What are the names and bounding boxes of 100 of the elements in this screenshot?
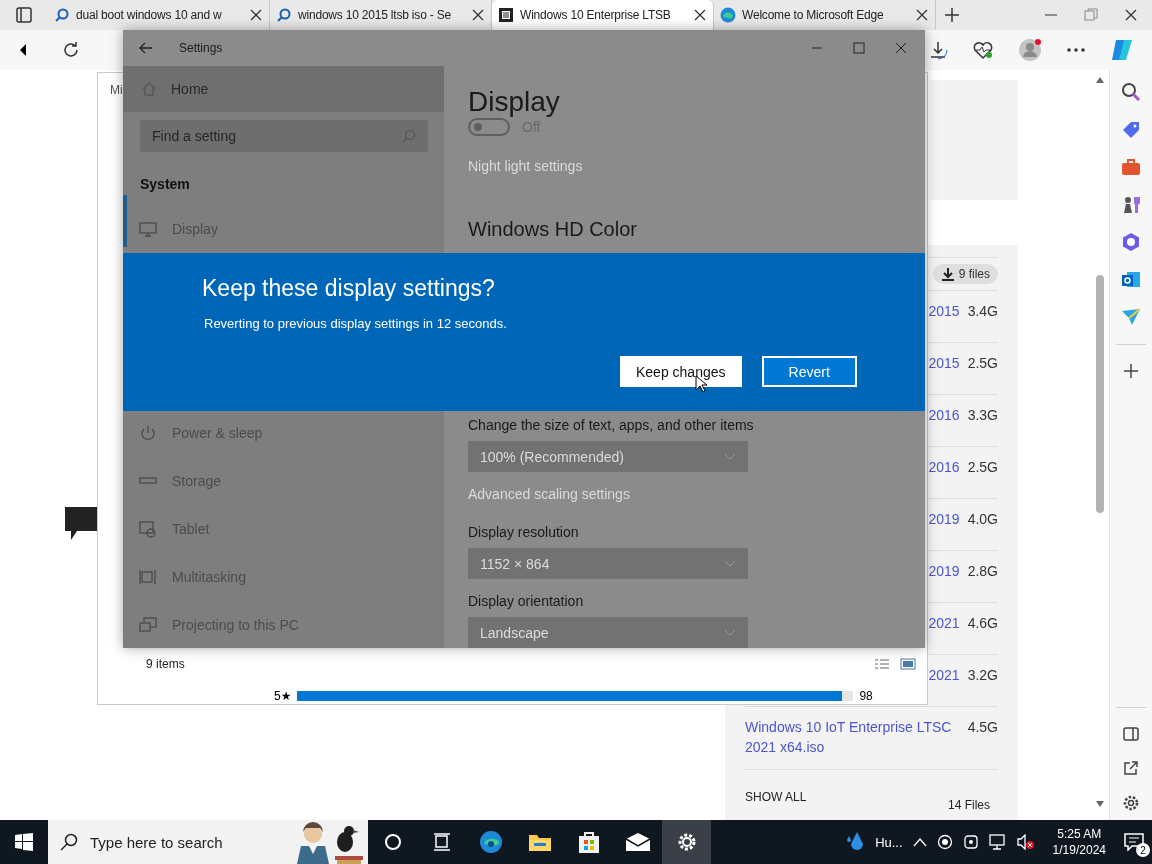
settings-icon[interactable] <box>1122 794 1140 812</box>
record-icon[interactable] <box>936 834 953 850</box>
close-icon[interactable] <box>915 8 929 22</box>
storage-icon <box>139 476 157 486</box>
file-link[interactable]: 2021 <box>928 613 960 633</box>
avatar-icon[interactable] <box>1018 38 1042 62</box>
download-icon[interactable] <box>928 40 948 60</box>
add-icon[interactable] <box>1123 363 1139 379</box>
file-size: 3.3G <box>967 406 998 425</box>
home-nav-item[interactable]: Home <box>123 66 444 112</box>
browser-tab[interactable]: Windows 10 Enterprise LTSB <box>492 0 714 30</box>
rating-count: 98 <box>859 689 873 703</box>
tablet-icon <box>139 520 157 538</box>
heart-pulse-icon[interactable] <box>972 40 994 60</box>
file-size: 3.4G <box>967 302 998 321</box>
circle-icon[interactable] <box>382 832 403 852</box>
mail-app-icon[interactable] <box>1121 270 1141 290</box>
file-link[interactable]: 2016 <box>928 405 960 425</box>
rating-label: 5★ <box>274 689 292 703</box>
file-link[interactable]: 2019 <box>928 509 960 529</box>
dialog-message: Reverting to previous display settings in 12 seconds. <box>203 316 508 331</box>
section-heading: System <box>140 176 191 192</box>
taskbar-search-field[interactable]: Type here to search <box>48 820 285 864</box>
external-link-icon[interactable] <box>1123 760 1139 776</box>
briefcase-icon[interactable] <box>1121 158 1141 176</box>
resolution-dropdown[interactable]: 1152 × 864 <box>468 548 748 579</box>
notification-badge: 2 <box>1136 843 1150 857</box>
orientation-dropdown[interactable]: Landscape <box>468 617 748 648</box>
item-count: 9 items <box>146 657 185 671</box>
search-icon <box>60 833 78 851</box>
more-icon[interactable] <box>1066 47 1086 53</box>
file-count: 14 Files <box>947 798 990 812</box>
scroll-up-icon[interactable] <box>1095 76 1105 84</box>
monitor-icon <box>139 221 157 237</box>
search-icon[interactable] <box>1121 82 1141 102</box>
sidebar-panel-icon[interactable] <box>1123 726 1139 742</box>
dialog-title: Keep these display settings? <box>202 275 496 302</box>
refresh-icon[interactable] <box>62 41 80 59</box>
file-size: 2.5G <box>967 354 998 373</box>
file-size: 3.2G <box>967 666 998 685</box>
clock[interactable]: 5:25 AM 1/19/2024 <box>1044 826 1114 858</box>
screens-icon <box>139 617 157 633</box>
search-field[interactable]: Find a setting <box>140 120 428 152</box>
file-size: 2.8G <box>967 562 998 581</box>
weather-text[interactable]: Hu... <box>875 834 903 850</box>
chevron-down-icon <box>724 559 736 568</box>
orientation-label: Display orientation <box>468 593 585 609</box>
file-link[interactable]: 2015 <box>928 301 960 321</box>
file-link[interactable]: 2016 <box>928 457 960 477</box>
section-heading: Windows HD Color <box>468 218 638 241</box>
maximize-icon[interactable] <box>853 42 865 54</box>
scrollbar-thumb[interactable] <box>1096 275 1104 513</box>
show-all-link[interactable]: SHOW ALL <box>745 790 807 812</box>
file-size: 4.0G <box>967 510 998 529</box>
files-chip[interactable]: 9 files <box>932 264 998 284</box>
windows-start-icon[interactable] <box>15 833 33 851</box>
network-icon[interactable] <box>988 834 1007 850</box>
envelope-icon[interactable] <box>624 832 651 852</box>
file-size: 4.5G <box>967 718 998 737</box>
file-link[interactable]: 2019 <box>928 561 960 581</box>
search-icon <box>402 129 416 143</box>
copilot-icon[interactable] <box>1110 38 1134 62</box>
file-link[interactable]: Windows 10 IoT Enterprise LTSC 2021 x64.iso <box>745 717 960 757</box>
tag-icon[interactable] <box>1121 120 1141 140</box>
close-icon[interactable] <box>249 8 263 22</box>
edge-icon <box>720 7 736 23</box>
search-icon <box>276 7 292 23</box>
speaker-muted-icon[interactable] <box>1016 834 1035 850</box>
store-bag-icon[interactable] <box>576 830 601 854</box>
download-icon <box>940 267 955 281</box>
edge-icon[interactable] <box>478 830 503 854</box>
close-icon[interactable] <box>471 8 485 22</box>
chess-pieces-icon[interactable] <box>1121 194 1141 214</box>
chevron-up-icon[interactable] <box>912 837 927 847</box>
chevron-down-icon <box>724 628 736 637</box>
revert-button[interactable]: Revert <box>761 356 857 387</box>
home-icon <box>141 81 157 97</box>
new-tab-icon[interactable] <box>944 7 960 23</box>
webcam-icon[interactable] <box>962 834 979 850</box>
power-icon <box>139 424 157 442</box>
scroll-down-icon[interactable] <box>1095 800 1105 808</box>
page-icon <box>498 7 514 23</box>
file-link[interactable]: 2021 <box>928 665 960 685</box>
task-view-icon[interactable] <box>431 832 452 852</box>
paper-plane-icon[interactable] <box>1121 308 1141 326</box>
scale-dropdown[interactable]: 100% (Recommended) <box>468 441 748 472</box>
keep-changes-button[interactable]: Keep changes <box>620 356 742 387</box>
tab-actions-icon[interactable] <box>16 7 32 23</box>
large-icons-view-icon[interactable] <box>900 658 916 670</box>
file-size: 2.5G <box>967 458 998 477</box>
file-link[interactable]: 2015 <box>928 353 960 373</box>
window-title: Settings <box>179 41 223 55</box>
taskbar-app[interactable] <box>662 820 711 864</box>
scale-label: Change the size of text, apps, and other items <box>468 417 755 433</box>
file-size: 4.6G <box>967 614 998 633</box>
hexagon-ring-icon[interactable] <box>1121 232 1141 252</box>
close-icon[interactable] <box>693 8 707 22</box>
close-icon[interactable] <box>1124 8 1138 22</box>
night-light-toggle[interactable] <box>468 118 510 136</box>
resolution-label: Display resolution <box>468 524 580 540</box>
